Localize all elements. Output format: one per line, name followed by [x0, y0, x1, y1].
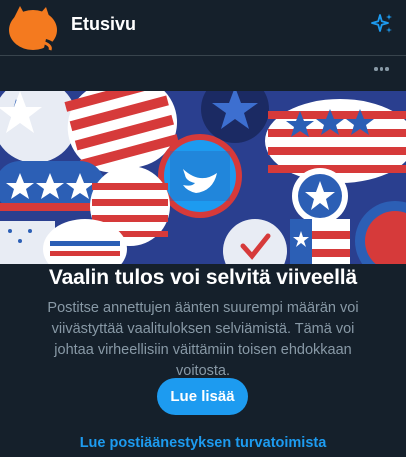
page-title: Etusivu	[71, 14, 137, 34]
more-icon[interactable]	[374, 64, 392, 74]
election-buttons-banner	[0, 91, 406, 264]
mail-voting-security-link[interactable]: Lue postiäänestyksen turvatoimista	[0, 435, 406, 451]
read-more-button[interactable]: Lue lisää	[157, 378, 248, 415]
top-header: Etusivu	[0, 0, 406, 52]
avatar[interactable]	[6, 4, 60, 52]
card-body: Postitse annettujen äänten suurempi määr…	[47, 300, 359, 379]
card-headline: Vaalin tulos voi selvitä viiveellä	[48, 266, 358, 289]
cat-silhouette-avatar-icon	[9, 6, 57, 51]
sparkle-icon[interactable]	[370, 12, 394, 36]
header-divider	[0, 55, 406, 56]
